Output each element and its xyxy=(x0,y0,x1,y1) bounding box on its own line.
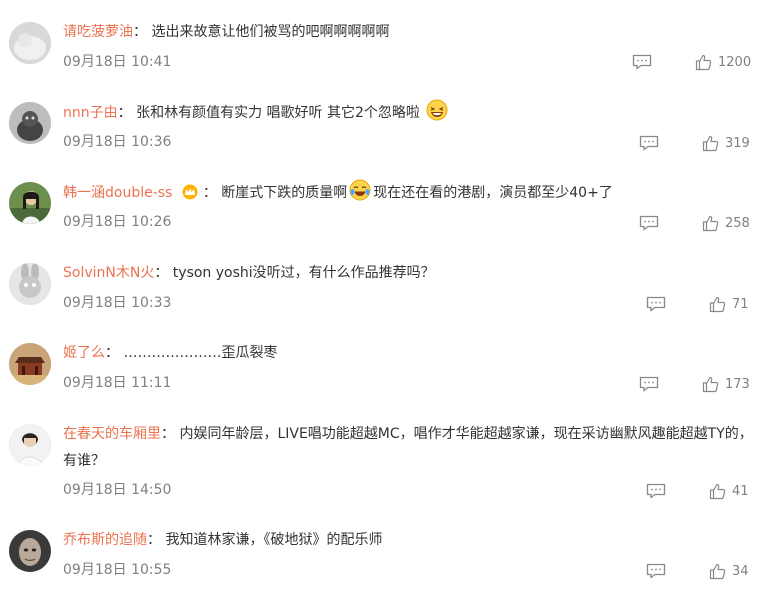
thumbs-up-icon xyxy=(702,215,719,231)
like-count: 1200 xyxy=(718,54,752,70)
comment-text: 张和林有颜值有实力 唱歌好听 其它2个忽略啦 xyxy=(136,105,420,121)
comment-time: 09月18日 10:55 xyxy=(63,562,172,578)
separator: ： xyxy=(202,185,217,201)
comment-time: 09月18日 14:50 xyxy=(63,482,172,498)
like-button[interactable]: 34 xyxy=(709,562,749,580)
reply-button[interactable] xyxy=(646,296,666,312)
reply-button[interactable] xyxy=(639,376,659,392)
avatar[interactable] xyxy=(9,22,51,64)
comment-icon xyxy=(639,135,659,151)
comment-username[interactable]: 韩一涵double-ss xyxy=(63,185,172,201)
avatar[interactable] xyxy=(9,102,51,144)
like-count: 41 xyxy=(732,483,749,499)
comment-text-continued: 现在还在看的港剧，演员都至少40+了 xyxy=(373,185,613,201)
comment-time: 09月18日 10:36 xyxy=(63,134,172,150)
comment-body: nnn子由： 张和林有颜值有实力 唱歌好听 其它2个忽略啦 xyxy=(63,99,759,126)
comment-username[interactable]: 乔布斯的追随 xyxy=(63,532,147,548)
avatar[interactable] xyxy=(9,182,51,224)
comment-time: 09月18日 10:33 xyxy=(63,295,172,311)
like-count: 34 xyxy=(732,563,749,579)
separator: ： xyxy=(147,532,161,548)
comment-username[interactable]: 在春天的车厢里 xyxy=(63,426,161,442)
comment-body: 乔布斯的追随： 我知道林家谦，《破地狱》的配乐师 xyxy=(63,527,759,553)
thumbs-up-icon xyxy=(702,135,719,151)
comment-body: SolvinN木N火： tyson yoshi没听过，有什么作品推荐吗？ xyxy=(63,260,759,286)
like-count: 71 xyxy=(732,296,749,312)
comment-text: tyson yoshi没听过，有什么作品推荐吗？ xyxy=(172,265,435,281)
thumbs-up-icon xyxy=(709,296,726,312)
like-count: 258 xyxy=(725,215,750,231)
crown-badge-icon xyxy=(182,184,198,200)
like-count: 173 xyxy=(725,376,750,392)
separator: ： xyxy=(105,345,119,361)
avatar[interactable] xyxy=(9,343,51,385)
comment-body: 姬了么： …………………歪瓜裂枣 xyxy=(63,340,759,366)
comment-body: 韩一涵double-ss ： 断崖式下跌的质量啊 现在还在看的港剧，演员都至少40… xyxy=(63,179,759,206)
comment-text: 我知道林家谦，《破地狱》的配乐师 xyxy=(165,532,383,548)
comment-icon xyxy=(646,296,666,312)
comment-time: 09月18日 10:26 xyxy=(63,214,172,230)
comment-list: 请吃菠萝油： 选出来故意让他们被骂的吧啊啊啊啊啊 09月18日 10:41 12… xyxy=(0,0,769,605)
laughing-emoji-icon xyxy=(426,99,448,121)
comment-icon xyxy=(639,376,659,392)
comment-username[interactable]: nnn子由 xyxy=(63,105,118,121)
like-button[interactable]: 258 xyxy=(702,214,750,232)
separator: ： xyxy=(133,24,147,40)
like-button[interactable]: 41 xyxy=(709,482,749,500)
comment-text: 选出来故意让他们被骂的吧啊啊啊啊啊 xyxy=(151,24,390,40)
thumbs-up-icon xyxy=(695,54,712,70)
separator: ： xyxy=(161,426,175,442)
thumbs-up-icon xyxy=(709,483,726,499)
comment-icon xyxy=(646,483,666,499)
comment-icon xyxy=(632,54,652,70)
like-count: 319 xyxy=(725,135,750,151)
comment-username[interactable]: SolvinN木N火 xyxy=(63,265,154,281)
separator: ： xyxy=(117,105,132,121)
thumbs-up-icon xyxy=(709,563,726,579)
comment-time: 09月18日 11:11 xyxy=(63,375,172,391)
reply-button[interactable] xyxy=(639,135,659,151)
comment-body: 请吃菠萝油： 选出来故意让他们被骂的吧啊啊啊啊啊 xyxy=(63,19,759,45)
thumbs-up-icon xyxy=(702,376,719,392)
comment-username[interactable]: 请吃菠萝油 xyxy=(63,24,133,40)
comment-body: 在春天的车厢里： 内娱同年龄层，LIVE唱功能超越MC，唱作才华能超越家谦，现在… xyxy=(63,421,759,475)
separator: ： xyxy=(154,265,169,281)
crying-laughing-emoji-icon xyxy=(349,179,371,201)
comment-text: 断崖式下跌的质量啊 xyxy=(221,185,348,201)
reply-button[interactable] xyxy=(632,54,652,70)
avatar[interactable] xyxy=(9,263,51,305)
avatar[interactable] xyxy=(9,424,51,466)
comment-icon xyxy=(639,215,659,231)
comment-text: …………………歪瓜裂枣 xyxy=(123,345,278,361)
comment-time: 09月18日 10:41 xyxy=(63,54,172,70)
like-button[interactable]: 1200 xyxy=(695,53,751,71)
avatar[interactable] xyxy=(9,530,51,572)
reply-button[interactable] xyxy=(639,215,659,231)
comment-icon xyxy=(646,563,666,579)
like-button[interactable]: 173 xyxy=(702,375,750,393)
like-button[interactable]: 71 xyxy=(709,295,749,313)
like-button[interactable]: 319 xyxy=(702,134,750,152)
comment-username[interactable]: 姬了么 xyxy=(63,345,105,361)
reply-button[interactable] xyxy=(646,563,666,579)
reply-button[interactable] xyxy=(646,483,666,499)
